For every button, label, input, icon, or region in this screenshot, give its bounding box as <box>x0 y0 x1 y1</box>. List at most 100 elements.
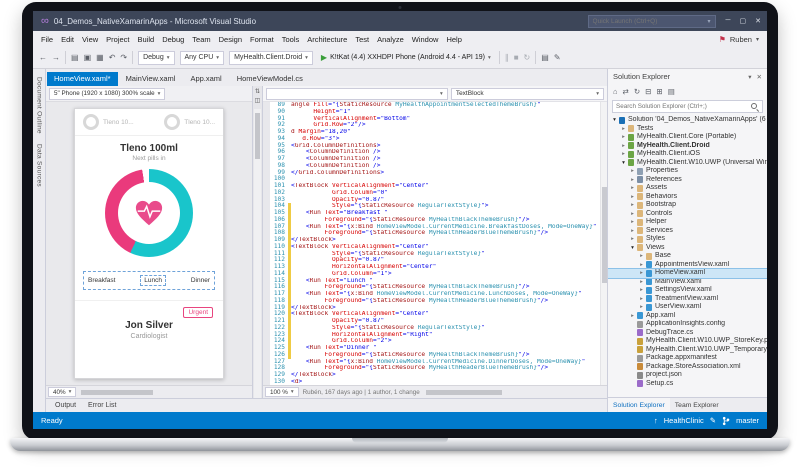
window-position-icon[interactable]: ▾ <box>748 73 751 81</box>
tab-output[interactable]: Output <box>50 402 81 409</box>
editor-zoom-select[interactable]: 100 %▾ <box>265 387 299 397</box>
tree-item[interactable]: MyHealth.Client.W10.UWP_StoreKey.pfx <box>608 337 767 346</box>
menu-item-tools[interactable]: Tools <box>278 35 304 44</box>
code-line[interactable]: 107 <Run Text="{x:Bind HomeViewModel.Cur… <box>263 224 607 231</box>
pending-changes-icon[interactable]: ✎ <box>710 416 716 425</box>
tree-item[interactable]: ▸Services <box>608 227 767 236</box>
switch-views-icon[interactable]: ⇄ <box>623 87 629 96</box>
breakpoint-margin[interactable] <box>263 170 270 177</box>
code-line[interactable]: 114 Grid.Column="1"> <box>263 271 607 278</box>
code-line[interactable]: 121 Opacity="0.87" <box>263 318 607 325</box>
breakpoint-margin[interactable] <box>263 143 270 150</box>
code-line[interactable]: 105 <Run Text="Breakfast " <box>263 210 607 217</box>
tree-item[interactable]: ▸References <box>608 176 767 185</box>
breakpoint-margin[interactable] <box>263 163 270 170</box>
start-debugging-button[interactable]: ▶ K!tKat (4.4) XXHDPI Phone (Android 4.4… <box>318 53 494 62</box>
code-line[interactable]: 118 Foreground="{StaticResource MyHealth… <box>263 298 607 305</box>
branch-name[interactable]: master <box>736 416 759 425</box>
tool-window-tab[interactable]: Solution Explorer <box>608 398 670 412</box>
code-line[interactable]: 92 Grid.Row="2"/> <box>263 122 607 129</box>
expander-icon[interactable]: ▸ <box>620 150 627 159</box>
expander-icon[interactable]: ▸ <box>629 193 636 202</box>
menu-item-window[interactable]: Window <box>408 35 443 44</box>
refresh-icon[interactable]: ↻ <box>634 87 640 96</box>
menu-item-file[interactable]: File <box>37 35 57 44</box>
breakpoint-margin[interactable] <box>263 197 270 204</box>
code-line[interactable]: 101<TextBlock VerticalAlignment="Center" <box>263 183 607 190</box>
search-icon[interactable] <box>750 102 759 111</box>
expander-icon[interactable]: ▸ <box>629 184 636 193</box>
tree-item[interactable]: ApplicationInsights.config <box>608 320 767 329</box>
tab-data-sources[interactable]: Data Sources <box>36 144 43 187</box>
breakpoint-margin[interactable] <box>263 136 270 143</box>
menu-item-architecture[interactable]: Architecture <box>303 35 351 44</box>
tree-item[interactable]: ▾Views <box>608 244 767 253</box>
code-line[interactable]: 125 <Run Text="Dinner " <box>263 345 607 352</box>
expander-icon[interactable]: ▸ <box>638 269 645 278</box>
expander-icon[interactable]: ▸ <box>629 167 636 176</box>
code-line[interactable]: 117 <Run Text="{x:Bind HomeViewModel.Cur… <box>263 291 607 298</box>
tree-item[interactable]: Package.StoreAssociation.xml <box>608 363 767 372</box>
scrollbar-thumb[interactable] <box>426 390 502 395</box>
user-name[interactable]: Ruben <box>730 35 752 44</box>
code-line[interactable]: 89angle Fill="{StaticResource MyHealthAp… <box>263 102 607 109</box>
editor-horizontal-scrollbar[interactable] <box>424 389 605 396</box>
breakpoint-margin[interactable] <box>263 217 270 224</box>
code-line[interactable]: 98 <ColumnDefinition /> <box>263 163 607 170</box>
expander-icon[interactable]: ▸ <box>629 201 636 210</box>
expander-icon[interactable]: ▸ <box>638 278 645 287</box>
menu-item-project[interactable]: Project <box>102 35 133 44</box>
search-input[interactable] <box>616 103 747 110</box>
code-line[interactable]: 100 <box>263 176 607 183</box>
tree-item[interactable]: Setup.cs <box>608 380 767 389</box>
properties-icon[interactable]: ▤ <box>541 54 549 62</box>
breakpoint-margin[interactable] <box>263 109 270 116</box>
menu-item-test[interactable]: Test <box>351 35 373 44</box>
expander-icon[interactable]: ▾ <box>611 116 618 125</box>
navigate-forward-icon[interactable]: → <box>52 54 60 62</box>
code-line[interactable]: 116 Foreground="{StaticResource MyHealth… <box>263 284 607 291</box>
swap-panes-icon[interactable]: ⇅ <box>255 88 260 97</box>
expander-icon[interactable]: ▸ <box>629 227 636 236</box>
document-tab[interactable]: App.xaml <box>183 72 228 86</box>
breakpoint-margin[interactable] <box>263 183 270 190</box>
menu-item-edit[interactable]: Edit <box>57 35 78 44</box>
tree-item[interactable]: ▸SettingsView.xaml <box>608 286 767 295</box>
menu-item-design[interactable]: Design <box>215 35 246 44</box>
expander-icon[interactable]: ▸ <box>638 252 645 261</box>
code-line[interactable]: 128 Foreground="{StaticResource MyHealth… <box>263 365 607 372</box>
code-line[interactable]: 96 <ColumnDefinition /> <box>263 149 607 156</box>
breakpoint-margin[interactable] <box>263 372 270 379</box>
code-line[interactable]: 106 Foreground="{StaticResource MyHealth… <box>263 217 607 224</box>
menu-item-build[interactable]: Build <box>134 35 159 44</box>
tab-error-list[interactable]: Error List <box>83 402 121 409</box>
meals-row-selection[interactable]: Breakfast Lunch Dinner <box>83 271 215 290</box>
menu-item-format[interactable]: Format <box>246 35 278 44</box>
notifications-flag-icon[interactable]: ⚑ <box>719 35 726 44</box>
breakpoint-margin[interactable] <box>263 325 270 332</box>
close-button[interactable]: ✕ <box>755 17 761 25</box>
tree-item[interactable]: ▸Behaviors <box>608 193 767 202</box>
home-icon[interactable]: ⌂ <box>613 87 618 96</box>
tab-document-outline[interactable]: Document Outline <box>36 77 43 134</box>
breakpoint-margin[interactable] <box>263 230 270 237</box>
search-box[interactable] <box>612 100 763 113</box>
code-editor[interactable]: 89angle Fill="{StaticResource MyHealthAp… <box>263 102 607 385</box>
breakpoint-margin[interactable] <box>263 116 270 123</box>
device-selector[interactable]: 5" Phone (1920 x 1080) 300% scale ▾ <box>49 88 165 100</box>
code-line[interactable]: 126 Foreground="{StaticResource MyHealth… <box>263 352 607 359</box>
tree-item[interactable]: ▸Base <box>608 252 767 261</box>
breakpoint-margin[interactable] <box>263 338 270 345</box>
tree-item[interactable]: ▸TreatmentView.xaml <box>608 295 767 304</box>
tree-item[interactable]: ▸Tests <box>608 125 767 134</box>
tree-item[interactable]: Package.appxmanifest <box>608 354 767 363</box>
tree-item[interactable]: ▾MyHealth.Client.W10.UWP (Universal Wind… <box>608 159 767 168</box>
design-xaml-splitter[interactable]: ⇅ ◫ <box>252 86 263 398</box>
expander-icon[interactable]: ▾ <box>620 159 627 168</box>
expander-icon[interactable]: ▸ <box>638 303 645 312</box>
chevron-down-icon[interactable]: ▾ <box>708 18 711 25</box>
breakpoint-margin[interactable] <box>263 176 270 183</box>
scrollbar-thumb[interactable] <box>602 187 607 283</box>
menu-item-view[interactable]: View <box>78 35 102 44</box>
code-line[interactable]: 129</TextBlock> <box>263 372 607 379</box>
